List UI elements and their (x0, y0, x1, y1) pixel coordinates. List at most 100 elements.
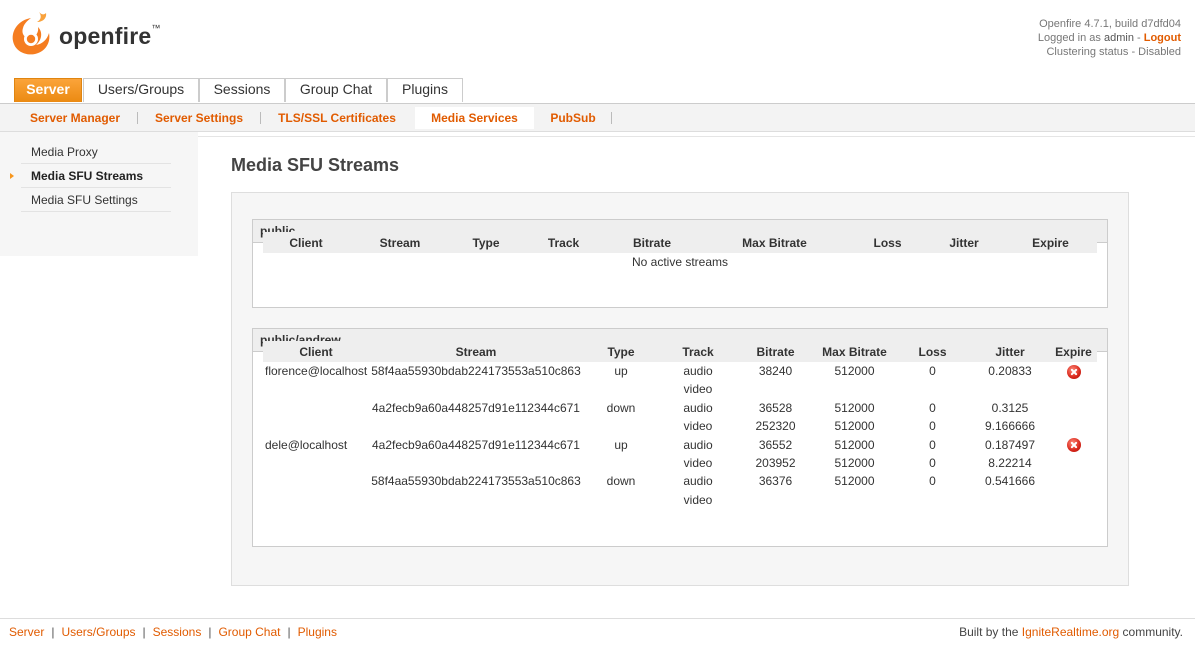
cell-jitter: 0.541666 (984, 474, 1036, 489)
sidebar: Media Proxy Media SFU Streams Media SFU … (0, 132, 198, 256)
cell-max-bitrate: 512000 (834, 455, 875, 470)
col-max-bitrate: Max Bitrate (814, 341, 895, 362)
subtab-media-services[interactable]: Media Services (415, 107, 534, 129)
cell-bitrate (737, 380, 814, 398)
cell-loss (895, 491, 970, 509)
cell-track: video (683, 455, 713, 470)
col-jitter: Jitter (924, 232, 1004, 253)
cell-jitter: 9.166666 (984, 419, 1036, 434)
footer-link-users-groups[interactable]: Users/Groups (61, 625, 135, 639)
footer-link-plugins[interactable]: Plugins (298, 625, 337, 639)
cell-jitter (970, 491, 1050, 509)
logout-link[interactable]: Logout (1144, 32, 1181, 44)
tab-group-chat[interactable]: Group Chat (285, 78, 387, 102)
cell-bitrate: 252320 (755, 419, 796, 434)
header: openfire™ Openfire 4.7.1, build d7dfd04 … (0, 0, 1195, 79)
main-tabs: Server Users/Groups Sessions Group Chat … (0, 78, 1195, 104)
cell-jitter: 0.3125 (991, 400, 1029, 415)
col-type: Type (583, 341, 659, 362)
cell-max-bitrate: 512000 (834, 419, 875, 434)
table-row: No active streams (263, 253, 1097, 271)
cell-loss: 0 (929, 400, 936, 415)
cell-jitter: 8.22214 (988, 455, 1032, 470)
cell-client (263, 472, 369, 490)
username: admin (1103, 32, 1134, 44)
cell-jitter: 0.187497 (984, 437, 1036, 452)
table-row: video 203952 512000 0 8.22214 (263, 454, 1097, 472)
cell-expire (1050, 436, 1097, 454)
cell-track: audio (683, 364, 713, 378)
footer-credit: Built by the IgniteRealtime.org communit… (959, 625, 1183, 639)
tab-server[interactable]: Server (14, 78, 82, 102)
cell-loss: 0 (929, 455, 936, 470)
cell-max-bitrate: 512000 (834, 364, 875, 378)
tab-plugins[interactable]: Plugins (387, 78, 463, 102)
col-expire: Expire (1004, 232, 1097, 253)
cell-track: audio (683, 474, 713, 489)
cell-client (263, 417, 369, 435)
cell-client: dele@localhost (265, 437, 348, 452)
login-status: Logged in as admin - Logout (1037, 32, 1181, 44)
tab-sessions[interactable]: Sessions (199, 78, 285, 102)
clustering-status: Clustering status - Disabled (1046, 46, 1181, 58)
sidebar-item-media-sfu-settings[interactable]: Media SFU Settings (21, 188, 171, 212)
cell-stream: 4a2fecb9a60a448257d91e112344c671 (372, 437, 580, 452)
table-row: 58f4aa55930bdab224173553a510c863 down audi… (263, 472, 1097, 490)
cell-type (583, 454, 659, 472)
table-row: florence@localhost 58f4aa55930bdab2241735… (263, 362, 1097, 380)
expire-stream-icon[interactable] (1066, 438, 1081, 453)
footer-links: Server | Users/Groups | Sessions | Group Chat |… (9, 625, 337, 639)
cell-type: down (606, 400, 636, 415)
cell-max-bitrate (814, 380, 895, 398)
cell-expire (1050, 380, 1097, 398)
footer-link-server[interactable]: Server (9, 625, 44, 639)
subtab-server-settings[interactable]: Server Settings (141, 107, 257, 129)
col-type: Type (451, 232, 521, 253)
cell-bitrate: 203952 (755, 455, 796, 470)
cell-stream: 58f4aa55930bdab224173553a510c863 (371, 474, 581, 489)
col-jitter: Jitter (970, 341, 1050, 362)
subtab-server-manager[interactable]: Server Manager (16, 107, 134, 129)
subtab-divider (611, 112, 612, 124)
col-bitrate: Bitrate (606, 232, 698, 253)
streams-table: Client Stream Type Track Bitrate Max Bit… (263, 341, 1097, 509)
cell-loss: 0 (929, 364, 936, 378)
session-info: Openfire 4.7.1, build d7dfd04 Logged in … (1038, 17, 1181, 59)
streams-table: Client Stream Type Track Bitrate Max Bit… (263, 232, 1097, 271)
sub-tabs: Server Manager Server Settings TLS/SSL C… (0, 104, 1195, 132)
footer-link-sessions[interactable]: Sessions (153, 625, 202, 639)
cell-stream (369, 380, 583, 398)
cell-jitter: 0.20833 (988, 364, 1032, 378)
tab-users-groups[interactable]: Users/Groups (83, 78, 199, 102)
cell-client (263, 454, 369, 472)
sidebar-item-media-proxy[interactable]: Media Proxy (21, 140, 171, 164)
cell-bitrate: 36376 (758, 474, 793, 489)
cell-expire (1050, 399, 1097, 417)
cell-track: video (683, 419, 713, 434)
cell-max-bitrate: 512000 (834, 437, 875, 452)
cell-stream (369, 491, 583, 509)
openfire-logo[interactable]: openfire™ (9, 10, 161, 56)
cell-stream (369, 417, 583, 435)
igniterealtime-link[interactable]: IgniteRealtime.org (1022, 625, 1119, 639)
stream-group-public-andrew: public/andrew Client Stream Type Track B… (252, 328, 1108, 547)
cell-client (263, 399, 369, 417)
cell-type (583, 491, 659, 509)
footer: Server | Users/Groups | Sessions | Group Chat |… (0, 618, 1195, 669)
expire-stream-icon[interactable] (1066, 364, 1081, 379)
no-streams-message: No active streams (631, 255, 729, 269)
table-header-row: Client Stream Type Track Bitrate Max Bit… (263, 232, 1097, 253)
subtab-tls-ssl-certificates[interactable]: TLS/SSL Certificates (264, 107, 410, 129)
col-track: Track (521, 232, 606, 253)
table-row: 4a2fecb9a60a448257d91e112344c671 down audi… (263, 399, 1097, 417)
subtab-pubsub[interactable]: PubSub (538, 107, 608, 129)
col-stream: Stream (369, 341, 583, 362)
openfire-flame-icon (12, 12, 50, 55)
sidebar-item-media-sfu-streams[interactable]: Media SFU Streams (10, 164, 171, 188)
cell-type (583, 417, 659, 435)
version-text: Openfire 4.7.1, build d7dfd04 (1039, 18, 1181, 30)
footer-link-group-chat[interactable]: Group Chat (218, 625, 280, 639)
table-row: dele@localhost 4a2fecb9a60a448257d91e1123… (263, 436, 1097, 454)
cell-track: audio (683, 437, 713, 452)
col-expire: Expire (1050, 341, 1097, 362)
